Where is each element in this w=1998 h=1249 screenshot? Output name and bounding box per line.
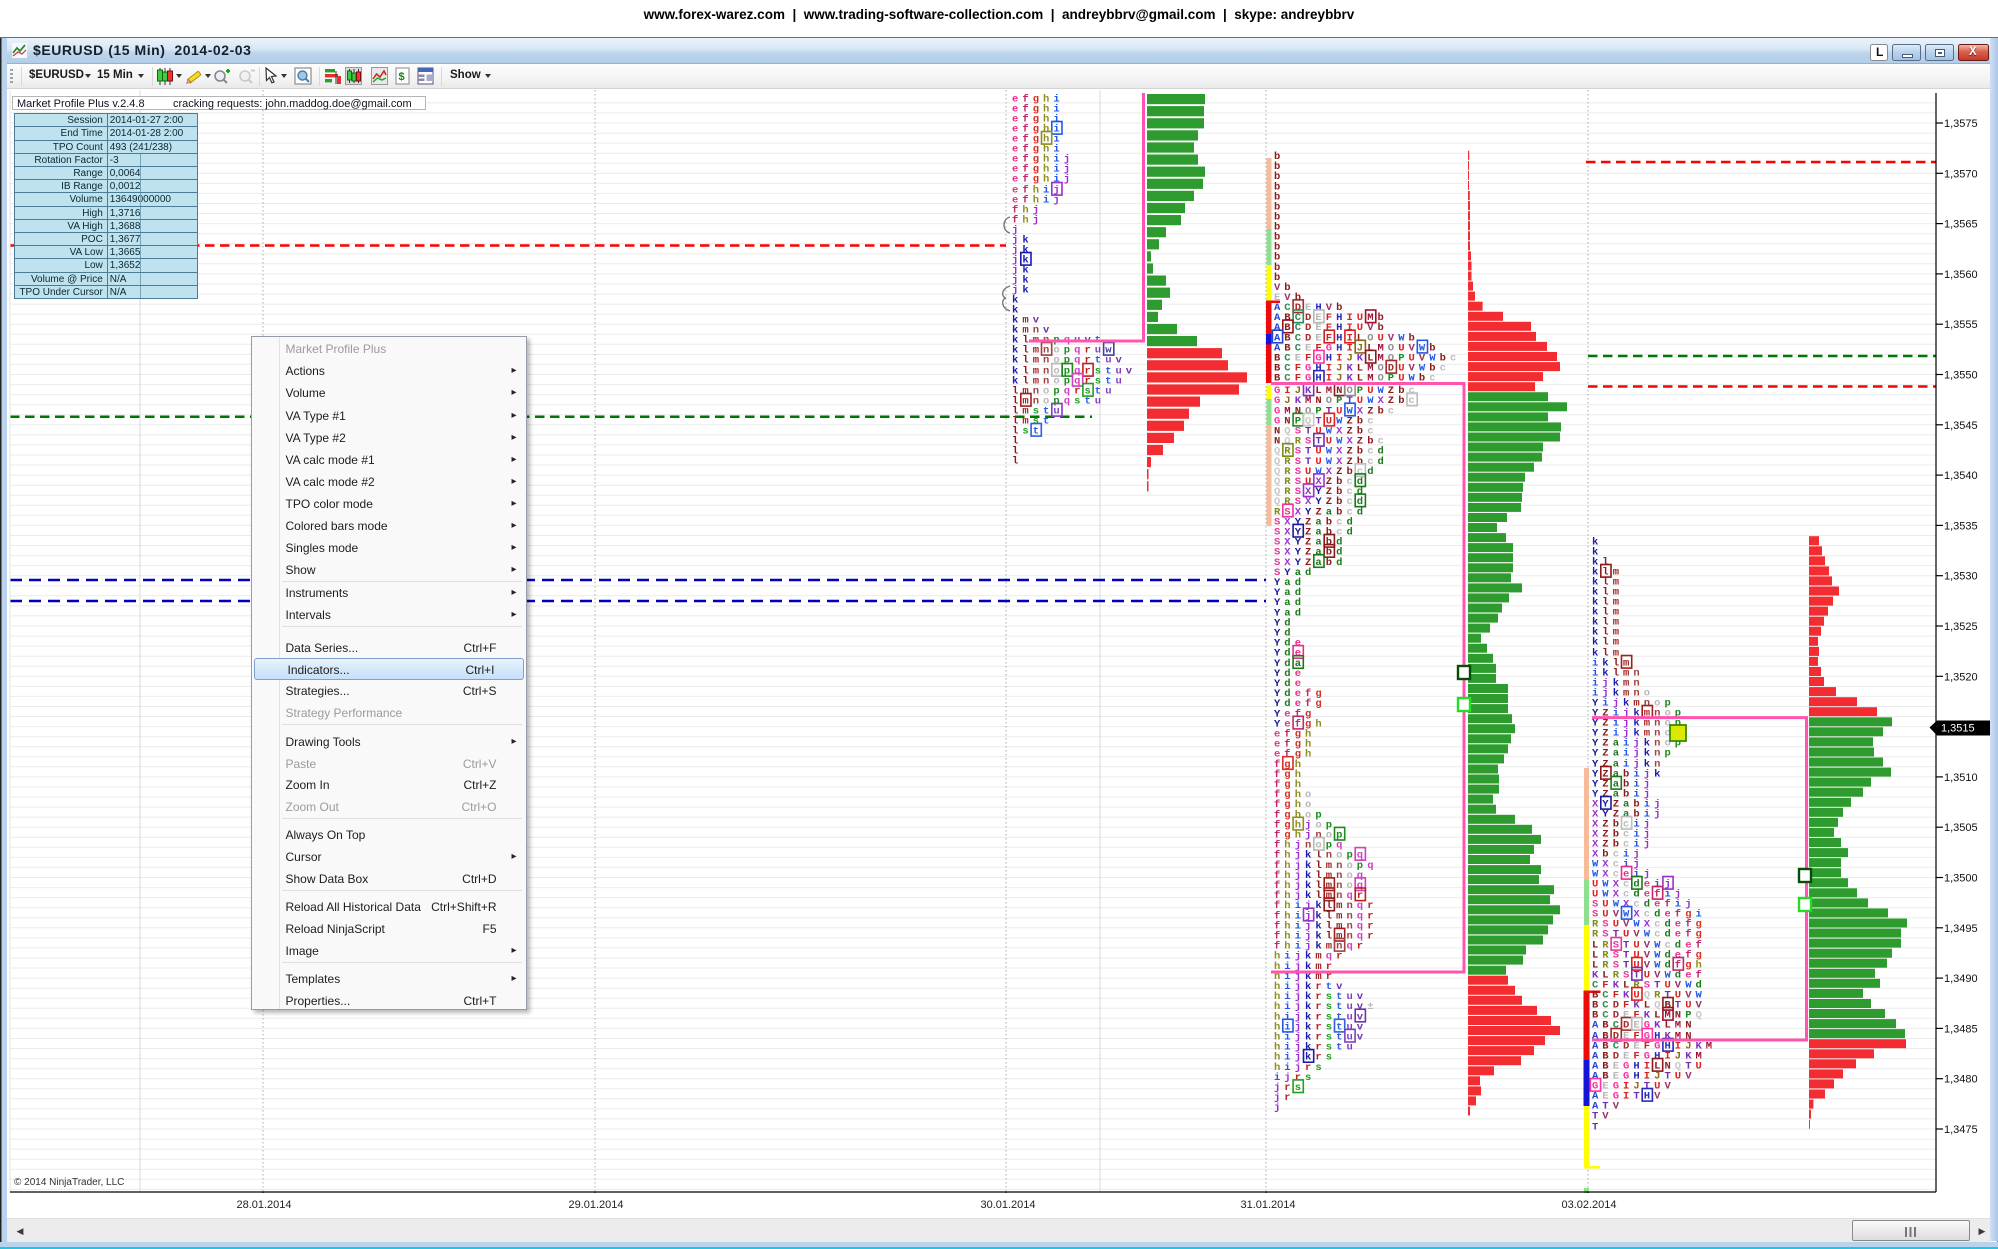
svg-text:1,3530: 1,3530 [1944,571,1978,583]
svg-text:1,3485: 1,3485 [1944,1023,1978,1035]
svg-text:1,3500: 1,3500 [1944,873,1978,885]
svg-text:1,3565: 1,3565 [1944,219,1978,231]
svg-text:1,3515: 1,3515 [1941,723,1975,735]
svg-text:1,3540: 1,3540 [1944,470,1978,482]
svg-text:1,3520: 1,3520 [1944,671,1978,683]
svg-text:1,3525: 1,3525 [1944,621,1978,633]
svg-text:1,3560: 1,3560 [1944,269,1978,281]
svg-text:1,3545: 1,3545 [1944,420,1978,432]
svg-text:1,3480: 1,3480 [1944,1074,1978,1086]
svg-text:1,3575: 1,3575 [1944,118,1978,130]
svg-text:l: l [1012,456,1022,468]
svg-text:1,3490: 1,3490 [1944,973,1978,985]
svg-text:1,3495: 1,3495 [1944,923,1978,935]
svg-text:1,3550: 1,3550 [1944,370,1978,382]
svg-text:T: T [1592,1122,1602,1134]
svg-text:1,3535: 1,3535 [1944,520,1978,532]
svg-text:1,3555: 1,3555 [1944,319,1978,331]
svg-text:1,3510: 1,3510 [1944,772,1978,784]
svg-text:1,3570: 1,3570 [1944,168,1978,180]
svg-text:$: $ [399,71,405,83]
svg-text:1,3475: 1,3475 [1944,1124,1978,1136]
svg-text:1,3505: 1,3505 [1944,822,1978,834]
svg-text:j: j [1274,1102,1284,1114]
